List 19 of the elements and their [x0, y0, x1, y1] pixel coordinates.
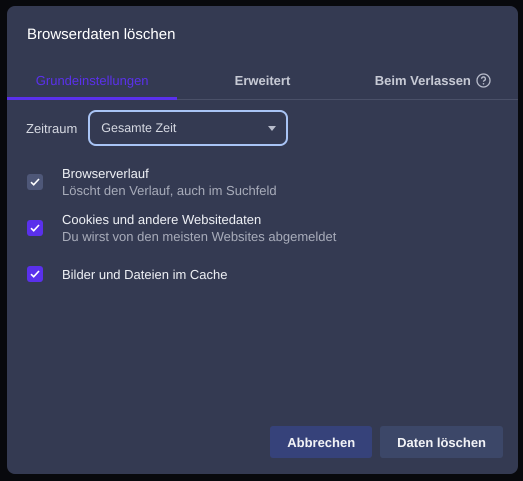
checkbox[interactable] — [27, 220, 43, 236]
tab[interactable]: Erweitert — [177, 64, 348, 100]
caret-icon — [268, 126, 276, 130]
delete-button[interactable]: Daten löschen — [380, 426, 503, 458]
field-label: Zeitraum — [26, 120, 78, 136]
tab[interactable]: Beim Verlassen — [348, 64, 518, 100]
checkmark-icon — [30, 270, 40, 278]
checkmark-icon — [30, 224, 40, 232]
option-label: Bilder und Dateien im Cache — [62, 266, 228, 282]
cancel-button[interactable]: Abbrechen — [270, 426, 372, 458]
help-icon[interactable] — [476, 73, 491, 88]
option-label: Browserverlauf — [62, 166, 150, 181]
option-description: Löscht den Verlauf, auch im Suchfeld — [62, 183, 277, 198]
option-description: Du wirst von den meisten Websites abgemeldet — [62, 229, 336, 244]
time-range-dropdown[interactable]: Gesamte Zeit — [88, 110, 288, 146]
dialog-title: Browserdaten löschen — [26, 25, 176, 45]
option-label: Cookies und andere Websitedaten — [62, 212, 262, 227]
checkbox[interactable] — [27, 266, 43, 282]
checkmark-icon — [30, 178, 40, 186]
